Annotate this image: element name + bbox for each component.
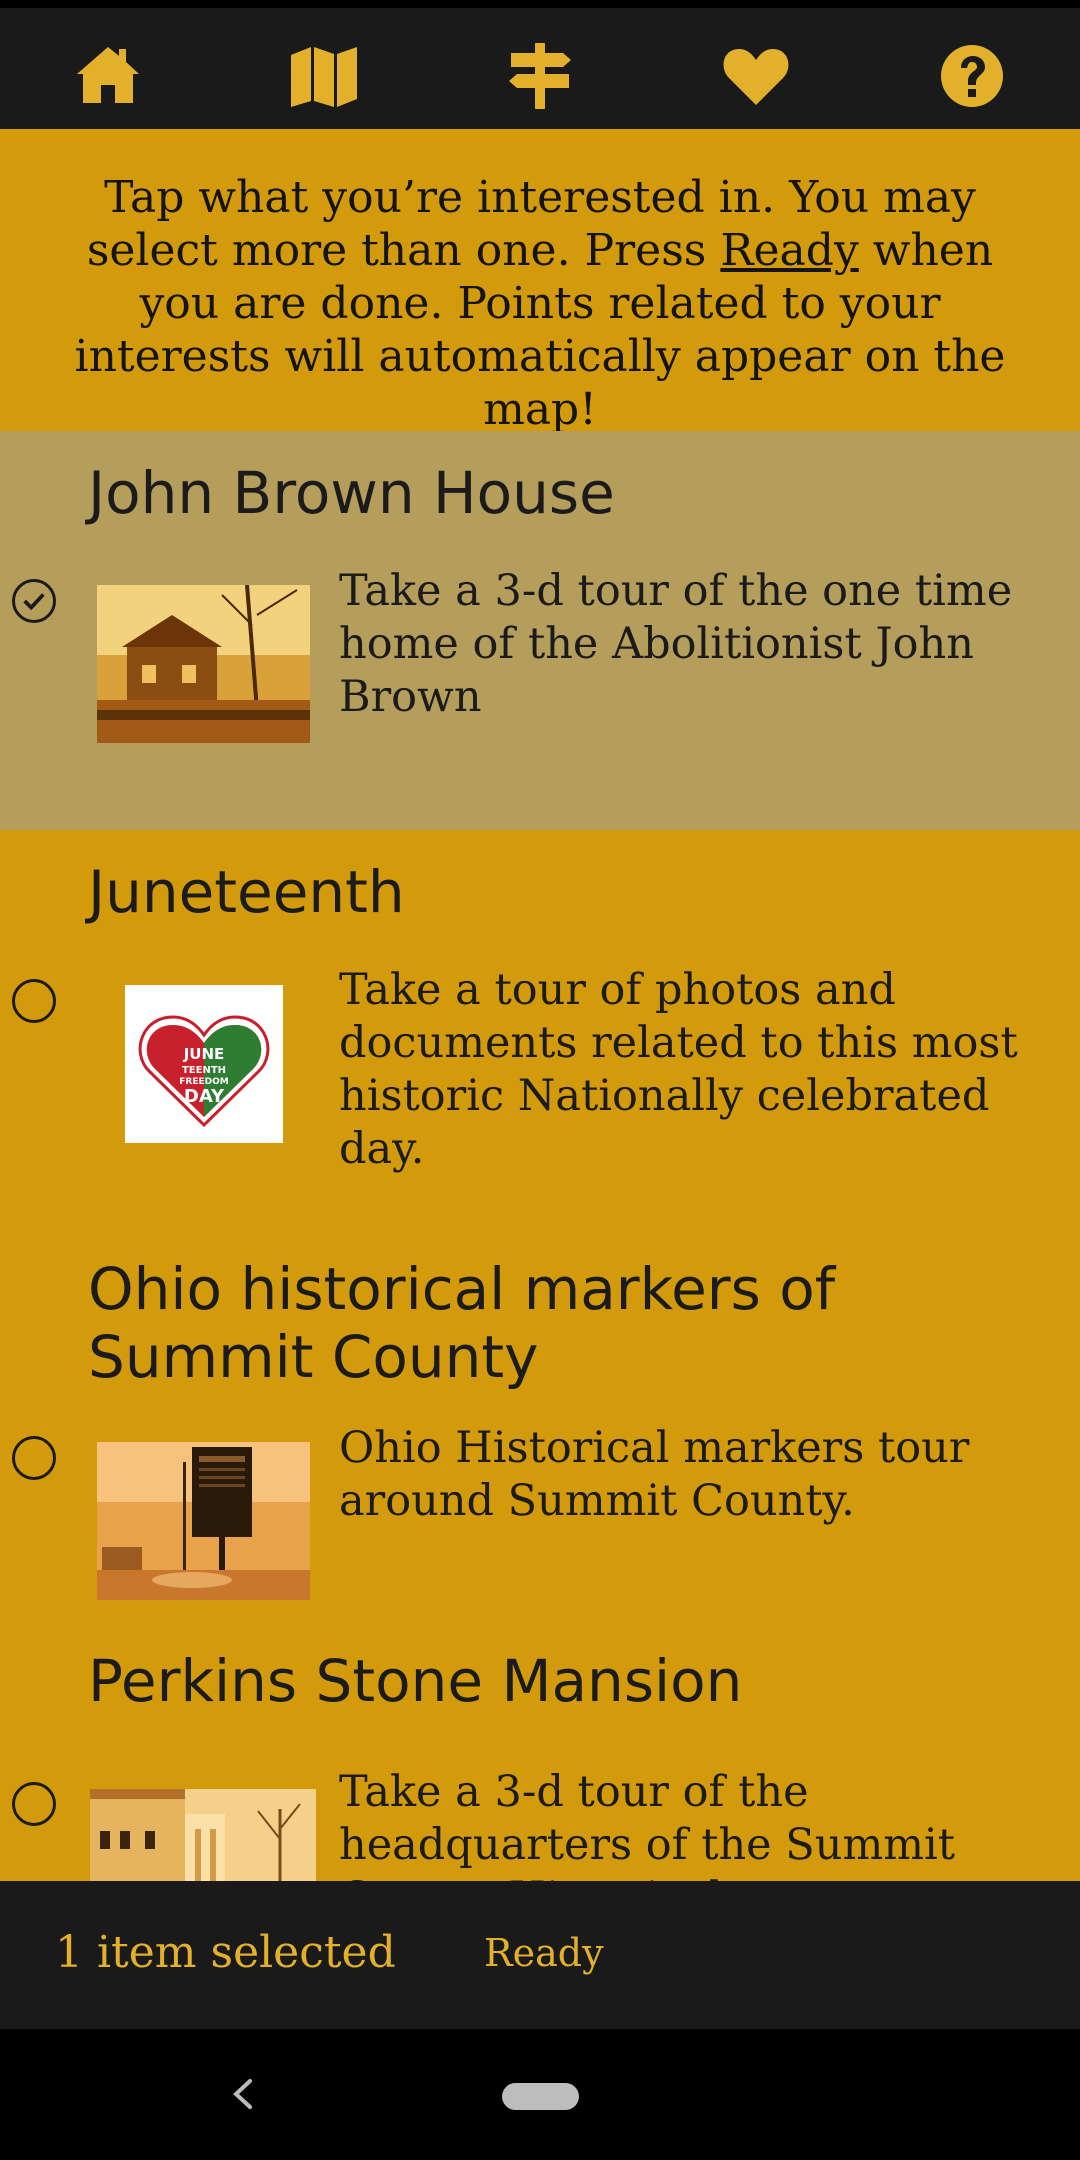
item-title: Juneteenth — [88, 858, 405, 926]
list-item[interactable]: Ohio historical markers of Summit County… — [0, 1230, 1080, 1625]
signpost-icon[interactable] — [505, 41, 575, 111]
checkbox-checked[interactable] — [12, 579, 56, 623]
checkbox-unchecked[interactable] — [12, 1436, 56, 1480]
selected-count: 1 item selected — [55, 1927, 396, 1978]
home-gesture-pill[interactable] — [502, 2083, 579, 2110]
system-nav-bar — [0, 2029, 1080, 2160]
svg-text:DAY: DAY — [184, 1086, 225, 1107]
list-item[interactable]: Perkins Stone Mansion Take a 3-d tour of… — [0, 1625, 1080, 1881]
marker-photo — [97, 1442, 310, 1600]
heart-icon[interactable] — [721, 41, 791, 111]
ready-button[interactable]: Ready — [484, 1931, 604, 1975]
checkmark-icon — [23, 593, 45, 611]
home-icon[interactable] — [73, 41, 143, 111]
juneteenth-logo: JUNE TEENTH FREEDOM DAY — [125, 985, 283, 1143]
item-description: Take a 3-d tour of the headquarters of t… — [339, 1767, 956, 1881]
item-description: Take a 3-d tour of the one time home of … — [339, 566, 1013, 722]
list-item[interactable]: John Brown House Take a 3-d tour of the … — [0, 431, 1080, 830]
help-icon[interactable] — [937, 41, 1007, 111]
checkbox-unchecked[interactable] — [12, 1782, 56, 1826]
map-icon[interactable] — [289, 41, 359, 111]
house-photo — [97, 585, 310, 743]
svg-text:TEENTH: TEENTH — [182, 1065, 226, 1076]
back-icon[interactable] — [228, 2077, 258, 2111]
instructions-banner: Tap what you’re interested in. You may s… — [0, 129, 1080, 435]
list-item[interactable]: Juneteenth JUNE TEENTH FREEDOM DAY Take … — [0, 830, 1080, 1230]
item-description: Take a tour of photos and documents rela… — [339, 965, 1018, 1174]
checkbox-unchecked[interactable] — [12, 979, 56, 1023]
selection-bar: 1 item selected Ready — [0, 1881, 1080, 2029]
item-title: Ohio historical markers of Summit County — [88, 1255, 836, 1391]
top-nav-bar — [0, 0, 1080, 129]
item-title: John Brown House — [88, 459, 615, 527]
interest-list: John Brown House Take a 3-d tour of the … — [0, 431, 1080, 1881]
ready-inline-link[interactable]: Ready — [720, 225, 858, 276]
svg-text:JUNE: JUNE — [183, 1045, 225, 1063]
item-description: Ohio Historical markers tour around Summ… — [339, 1423, 970, 1526]
item-title: Perkins Stone Mansion — [88, 1647, 743, 1715]
mansion-photo — [90, 1789, 316, 1881]
